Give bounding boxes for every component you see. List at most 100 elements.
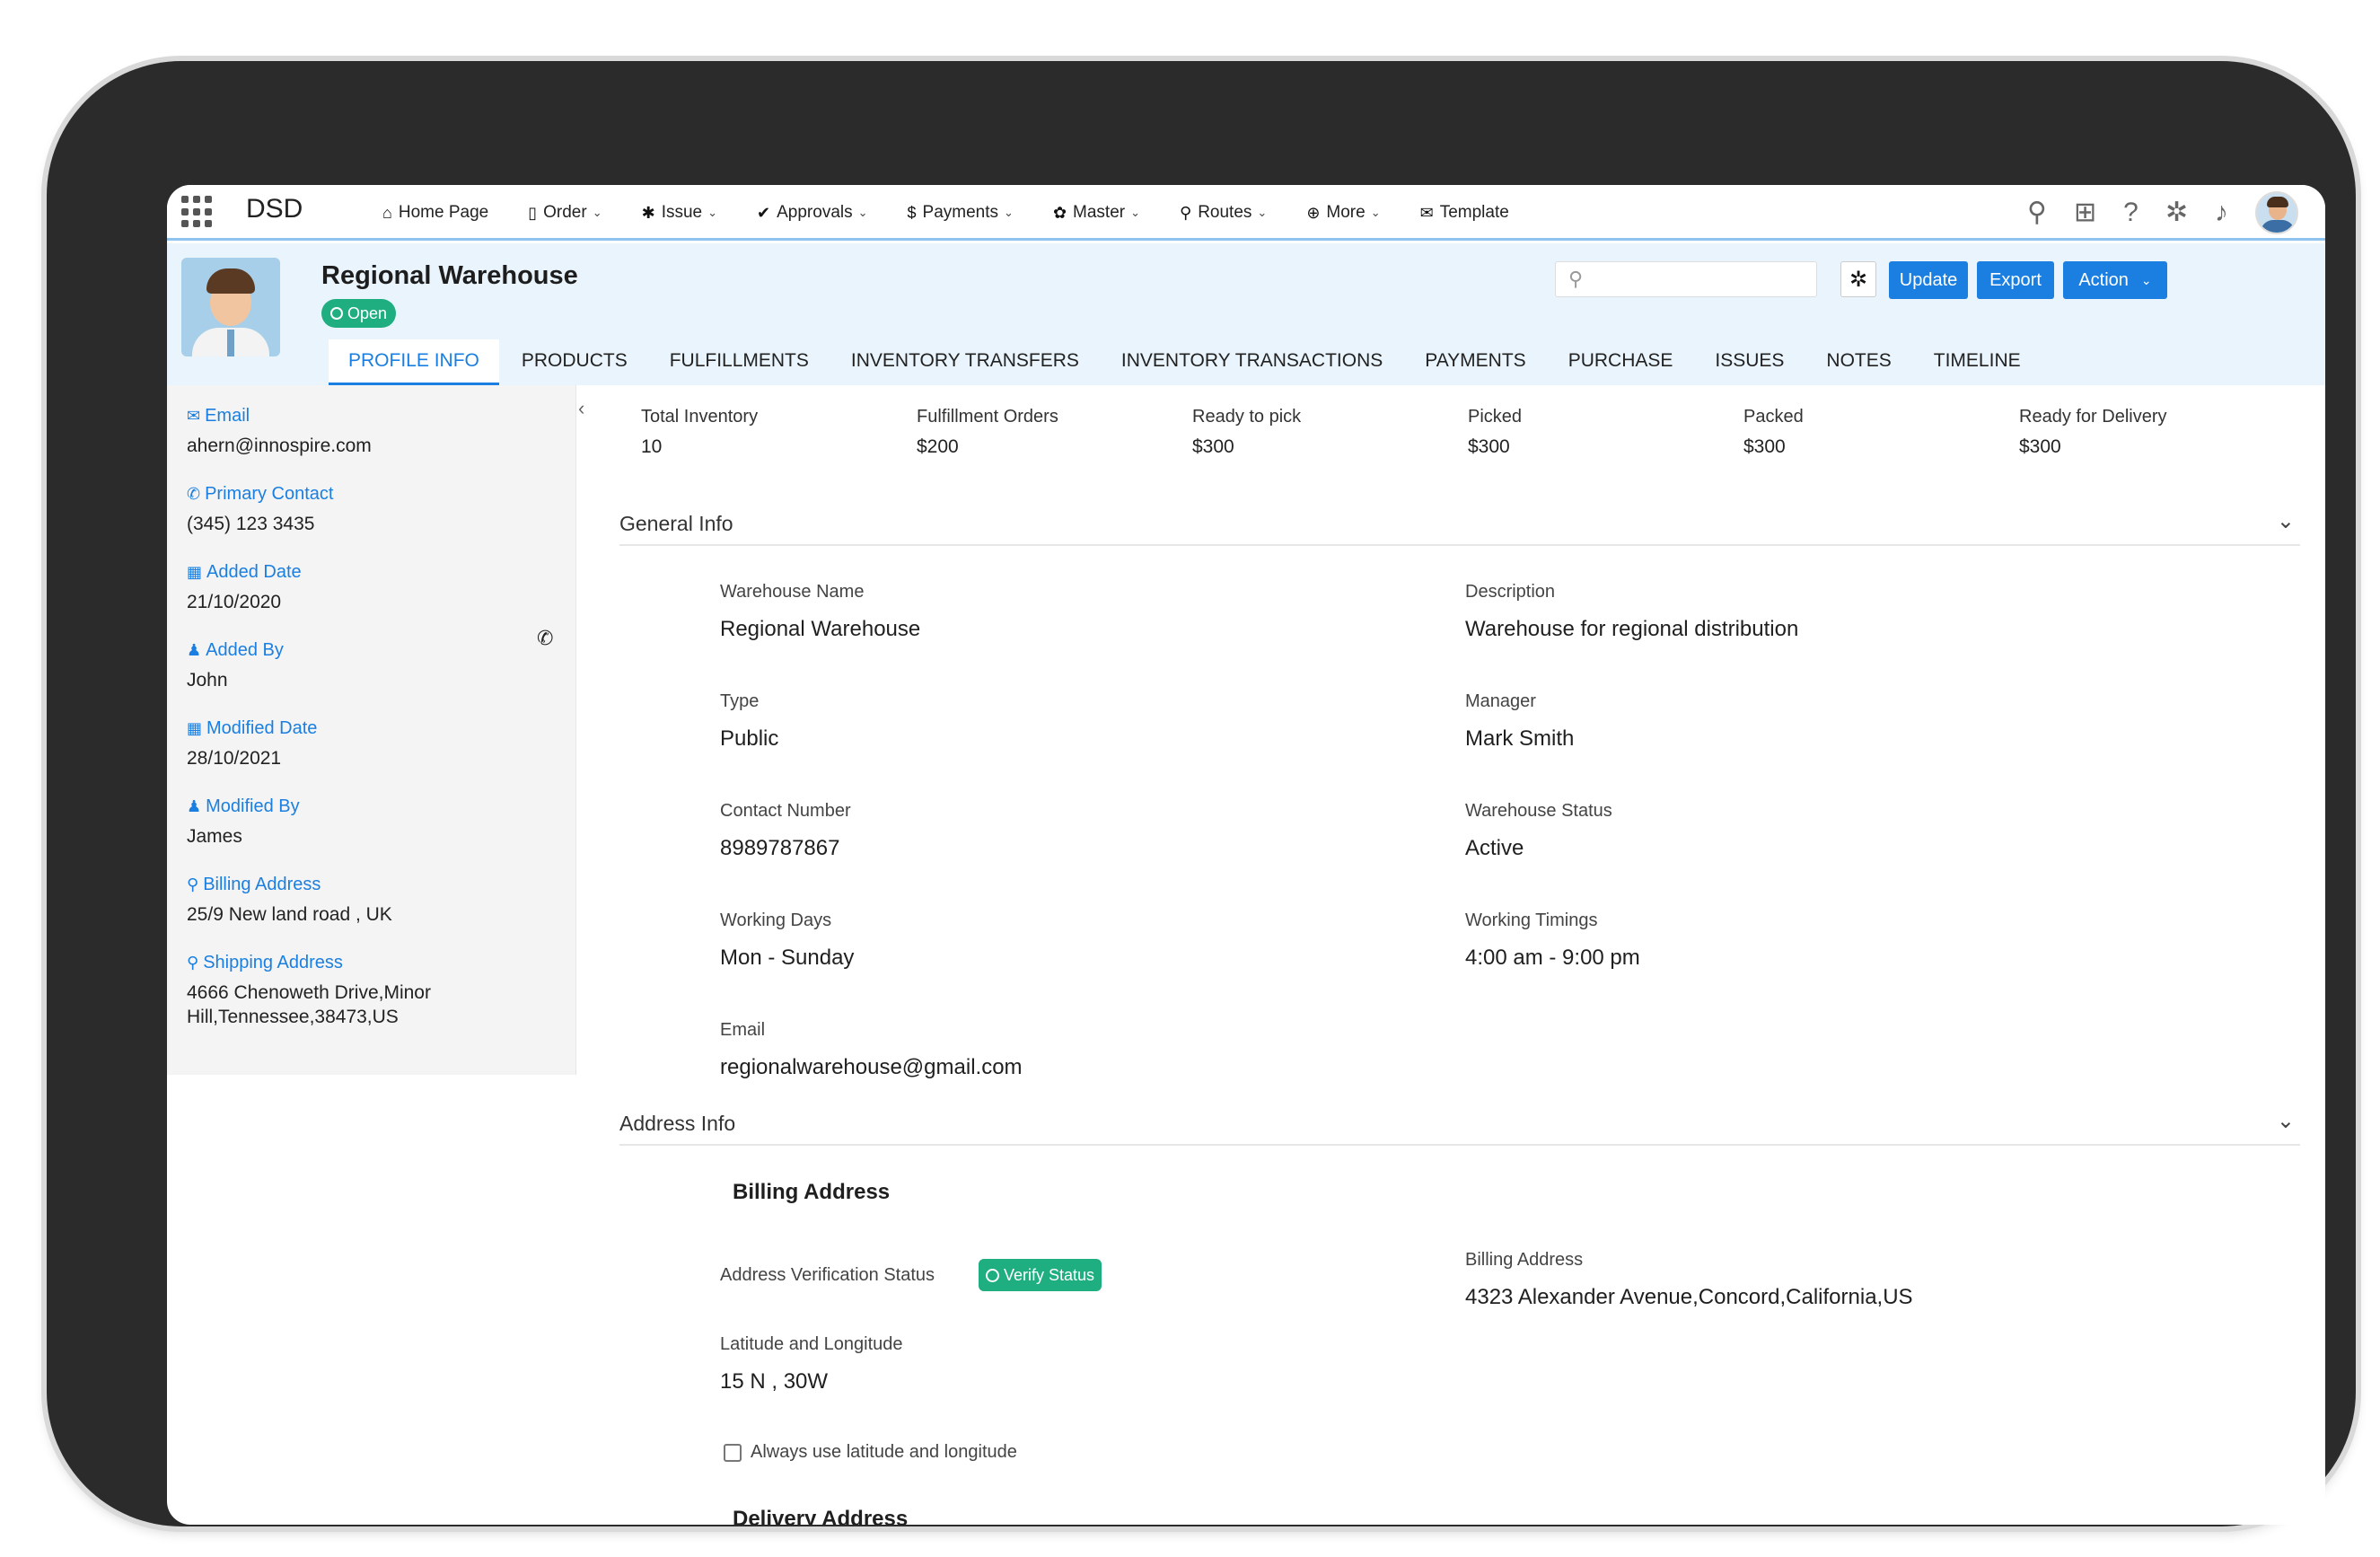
sidebar-field-value: John bbox=[187, 670, 228, 691]
field-description: Description Warehouse for regional distr… bbox=[1465, 582, 1798, 642]
tab-fulfillments[interactable]: FULFILLMENTS bbox=[650, 350, 829, 385]
tab-purchase[interactable]: PURCHASE bbox=[1549, 350, 1693, 385]
tab-products[interactable]: PRODUCTS bbox=[502, 350, 647, 385]
stat-value: 10 bbox=[641, 436, 663, 457]
chevron-down-icon[interactable]: ⌄ bbox=[2277, 508, 2295, 534]
section-title: General Info bbox=[619, 512, 733, 535]
apps-grid-icon[interactable] bbox=[181, 196, 214, 228]
stat-value: $200 bbox=[917, 436, 959, 457]
nav-item-home-page[interactable]: ⌂ Home Page bbox=[382, 203, 488, 223]
billing-address-heading: Billing Address bbox=[733, 1180, 891, 1204]
plus-circle-icon: ⊕ bbox=[1306, 203, 1321, 222]
chevron-down-icon: ⌄ bbox=[857, 206, 868, 219]
sidebar-field-value: James bbox=[187, 826, 242, 847]
field-working-days: Working Days Mon - Sunday bbox=[720, 910, 854, 971]
call-icon[interactable]: ✆ bbox=[537, 627, 553, 650]
stat-picked: Picked $300 bbox=[1468, 407, 1522, 458]
field-label: Type bbox=[720, 691, 760, 711]
nav-item-more[interactable]: ⊕ More ⌄ bbox=[1306, 203, 1380, 223]
status-badge-label: Open bbox=[347, 303, 388, 322]
section-title: Address Info bbox=[619, 1112, 736, 1135]
field-label: Working Timings bbox=[1465, 910, 1598, 930]
nav-item-order[interactable]: ▯ Order ⌄ bbox=[528, 203, 602, 223]
dollar-icon: $ bbox=[907, 203, 917, 222]
stat-label: Ready to pick bbox=[1192, 407, 1302, 427]
nav-item-label: Routes bbox=[1198, 203, 1252, 222]
field-address-verification-status: Address Verification Status bbox=[720, 1265, 935, 1286]
field-working-timings: Working Timings 4:00 am - 9:00 pm bbox=[1465, 910, 1640, 971]
search-icon[interactable]: ⚲ bbox=[2027, 199, 2047, 226]
brand-logo[interactable]: DSD bbox=[246, 194, 303, 224]
address-info-header[interactable]: Address Info ⌄ bbox=[619, 1106, 2300, 1146]
nav-item-routes[interactable]: ⚲ Routes ⌄ bbox=[1180, 203, 1267, 223]
nav-item-payments[interactable]: $ Payments ⌄ bbox=[908, 203, 1014, 223]
nav-item-template[interactable]: ✉ Template bbox=[1420, 203, 1509, 223]
tab-inventory-transfers[interactable]: INVENTORY TRANSFERS bbox=[831, 350, 1099, 385]
stat-ready-to-pick: Ready to pick $300 bbox=[1192, 407, 1301, 458]
tab-inventory-transactions[interactable]: INVENTORY TRANSACTIONS bbox=[1102, 350, 1402, 385]
settings-icon[interactable]: ✲ bbox=[2165, 199, 2188, 226]
help-icon[interactable]: ? bbox=[2123, 199, 2138, 226]
always-use-latlong-checkbox[interactable] bbox=[724, 1443, 742, 1462]
field-value: Warehouse for regional distribution bbox=[1465, 617, 1799, 641]
record-search: ⚲ bbox=[1555, 261, 1817, 297]
circle-icon bbox=[986, 1268, 999, 1282]
stat-ready-for-delivery: Ready for Delivery $300 bbox=[2019, 407, 2167, 458]
stat-value: $300 bbox=[1743, 436, 1786, 457]
map-marker-icon: ⚲ bbox=[187, 954, 199, 972]
verify-status-button[interactable]: Verify Status bbox=[979, 1259, 1102, 1291]
sidebar-field-value: 21/10/2020 bbox=[187, 592, 282, 612]
field-latitude-longitude: Latitude and Longitude 15 N , 30W bbox=[720, 1334, 903, 1394]
chevron-down-icon: ⌄ bbox=[707, 206, 718, 219]
sidebar-field-value-line: Hill,Tennessee,38473,US bbox=[187, 1007, 399, 1027]
record-tabs: PROFILE INFO PRODUCTS FULFILLMENTS INVEN… bbox=[329, 337, 2043, 385]
chevron-down-icon[interactable]: ⌄ bbox=[2277, 1108, 2295, 1134]
stat-packed: Packed $300 bbox=[1743, 407, 1804, 458]
chevron-down-icon: ⌄ bbox=[1004, 206, 1014, 219]
nav-item-master[interactable]: ✿ Master ⌄ bbox=[1053, 203, 1140, 223]
phone-icon: ✆ bbox=[187, 485, 201, 503]
record-search-input[interactable] bbox=[1595, 266, 1811, 293]
settings-button[interactable]: ✲ bbox=[1840, 261, 1876, 297]
stat-value: $300 bbox=[1468, 436, 1510, 457]
bell-icon[interactable]: ♪ bbox=[2215, 199, 2228, 226]
chevron-down-icon: ⌄ bbox=[1370, 206, 1381, 219]
field-billing-address: Billing Address 4323 Alexander Avenue,Co… bbox=[1465, 1250, 1913, 1310]
field-value: Public bbox=[720, 726, 779, 751]
sidebar-field-label: Shipping Address bbox=[203, 953, 343, 972]
sidebar-field-added-date: ▦ Added Date 21/10/2020 bbox=[187, 562, 302, 614]
nav-item-issue[interactable]: ✱ Issue ⌄ bbox=[642, 203, 717, 223]
tab-issues[interactable]: ISSUES bbox=[1695, 350, 1804, 385]
chevron-down-icon: ⌄ bbox=[1130, 206, 1141, 219]
stat-value: $300 bbox=[1192, 436, 1234, 457]
tab-profile-info[interactable]: PROFILE INFO bbox=[329, 339, 499, 385]
sidebar-field-modified-by: ♟ Modified By James bbox=[187, 796, 300, 849]
export-button[interactable]: Export bbox=[1977, 261, 2054, 299]
stat-label: Packed bbox=[1743, 407, 1804, 427]
collapse-sidebar-icon[interactable]: ‹ bbox=[578, 397, 584, 420]
update-button[interactable]: Update bbox=[1889, 261, 1968, 299]
tab-notes[interactable]: NOTES bbox=[1806, 350, 1910, 385]
tab-timeline[interactable]: TIMELINE bbox=[1914, 350, 2041, 385]
chevron-down-icon: ⌄ bbox=[592, 206, 602, 219]
home-icon: ⌂ bbox=[382, 203, 392, 222]
sidebar-field-label: Added Date bbox=[206, 562, 302, 582]
nav-item-label: More bbox=[1326, 203, 1366, 222]
field-value: 4:00 am - 9:00 pm bbox=[1465, 946, 1640, 970]
add-square-icon[interactable]: ⊞ bbox=[2074, 199, 2096, 226]
user-avatar[interactable] bbox=[2255, 191, 2298, 234]
sidebar-field-value: 25/9 New land road , UK bbox=[187, 904, 392, 925]
stat-fulfillment-orders: Fulfillment Orders $200 bbox=[917, 407, 1058, 458]
action-button[interactable]: Action ⌄ bbox=[2063, 261, 2167, 299]
checkbox-label: Always use latitude and longitude bbox=[751, 1442, 1017, 1462]
sidebar-field-billing-address: ⚲ Billing Address 25/9 New land road , UK bbox=[187, 875, 392, 927]
envelope-icon: ✉ bbox=[187, 407, 201, 425]
sidebar-field-label: Added By bbox=[206, 640, 284, 660]
tab-payments[interactable]: PAYMENTS bbox=[1405, 350, 1545, 385]
general-info-header[interactable]: General Info ⌄ bbox=[619, 506, 2300, 546]
circle-icon bbox=[330, 307, 343, 320]
field-value: 15 N , 30W bbox=[720, 1369, 829, 1394]
calendar-icon: ▦ bbox=[187, 719, 203, 737]
field-label: Email bbox=[720, 1020, 766, 1040]
nav-item-approvals[interactable]: ✔ Approvals ⌄ bbox=[757, 203, 868, 223]
